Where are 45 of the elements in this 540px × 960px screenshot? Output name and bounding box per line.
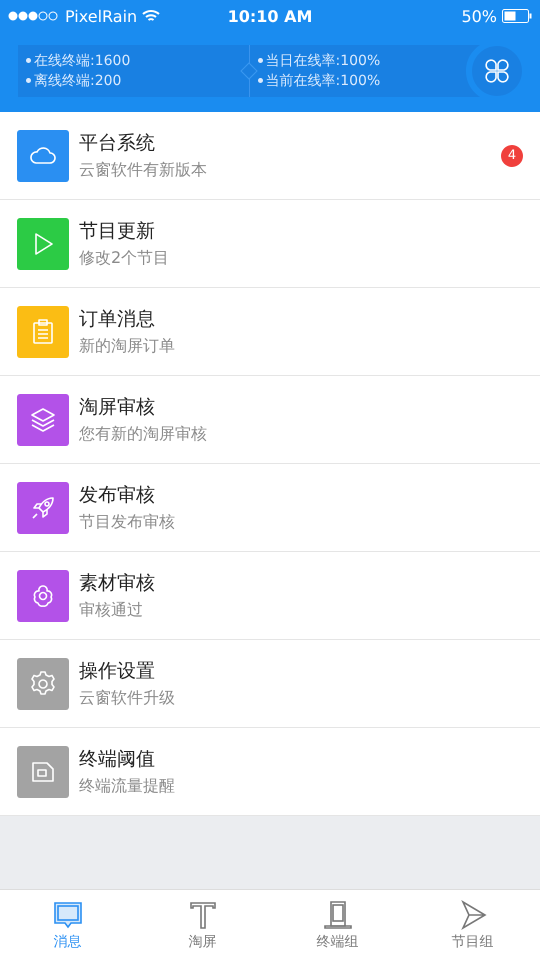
tab[interactable]: 节目组 [405,890,540,960]
battery-percent: 50% [461,6,497,26]
message-item[interactable]: 发布审核 节目发布审核 [0,464,540,552]
battery-icon [502,9,532,23]
item-title: 节目更新 [79,219,156,244]
item-subtitle: 云窗软件升级 [79,688,176,709]
item-title: 平台系统 [79,131,156,156]
stat-text: 当前在线率:100% [266,72,380,90]
message-item[interactable]: 终端阈值 终端流量提醒 [0,728,540,816]
message-item[interactable]: 操作设置 云窗软件升级 [0,640,540,728]
item-title: 操作设置 [79,659,156,684]
item-title: 素材审核 [79,571,156,596]
item-subtitle: 终端流量提醒 [79,776,176,797]
item-title: 订单消息 [79,307,156,332]
signal-icon [8,11,60,21]
unread-badge: 4 [501,144,523,166]
item-subtitle: 节目发布审核 [79,512,176,533]
wifi-icon [142,9,160,23]
item-subtitle: 修改2个节目 [79,248,170,269]
message-item[interactable]: 素材审核 审核通过 [0,552,540,640]
message-item[interactable]: 节目更新 修改2个节目 [0,200,540,288]
stat-text: 离线终端:200 [34,72,122,90]
status-time: 10:10 AM [228,6,312,26]
stat-text: 在线终端:1600 [34,52,130,70]
bullet-icon [26,78,31,83]
item-title: 发布审核 [79,483,156,508]
bullet-icon [258,78,262,83]
message-item[interactable]: 平台系统 云窗软件有新版本 4 [0,112,540,200]
bullet-icon [26,58,31,63]
tablet-icon [322,899,354,931]
tab[interactable]: 终端组 [270,890,405,960]
tab[interactable]: 淘屏 [135,890,270,960]
item-title: 淘屏审核 [79,395,156,420]
item-subtitle: 审核通过 [79,600,144,621]
item-subtitle: 云窗软件有新版本 [79,160,208,181]
clover-icon [484,58,510,84]
carrier-name: PixelRain [65,6,138,26]
bullet-icon [258,58,262,63]
message-item[interactable]: 订单消息 新的淘屏订单 [0,288,540,376]
message-icon [52,899,84,931]
message-item[interactable]: 淘屏审核 您有新的淘屏审核 [0,376,540,464]
item-title: 终端阈值 [79,747,156,772]
stat-text: 当日在线率:100% [266,52,380,70]
item-subtitle: 您有新的淘屏审核 [79,424,208,445]
item-subtitle: 新的淘屏订单 [79,336,176,357]
